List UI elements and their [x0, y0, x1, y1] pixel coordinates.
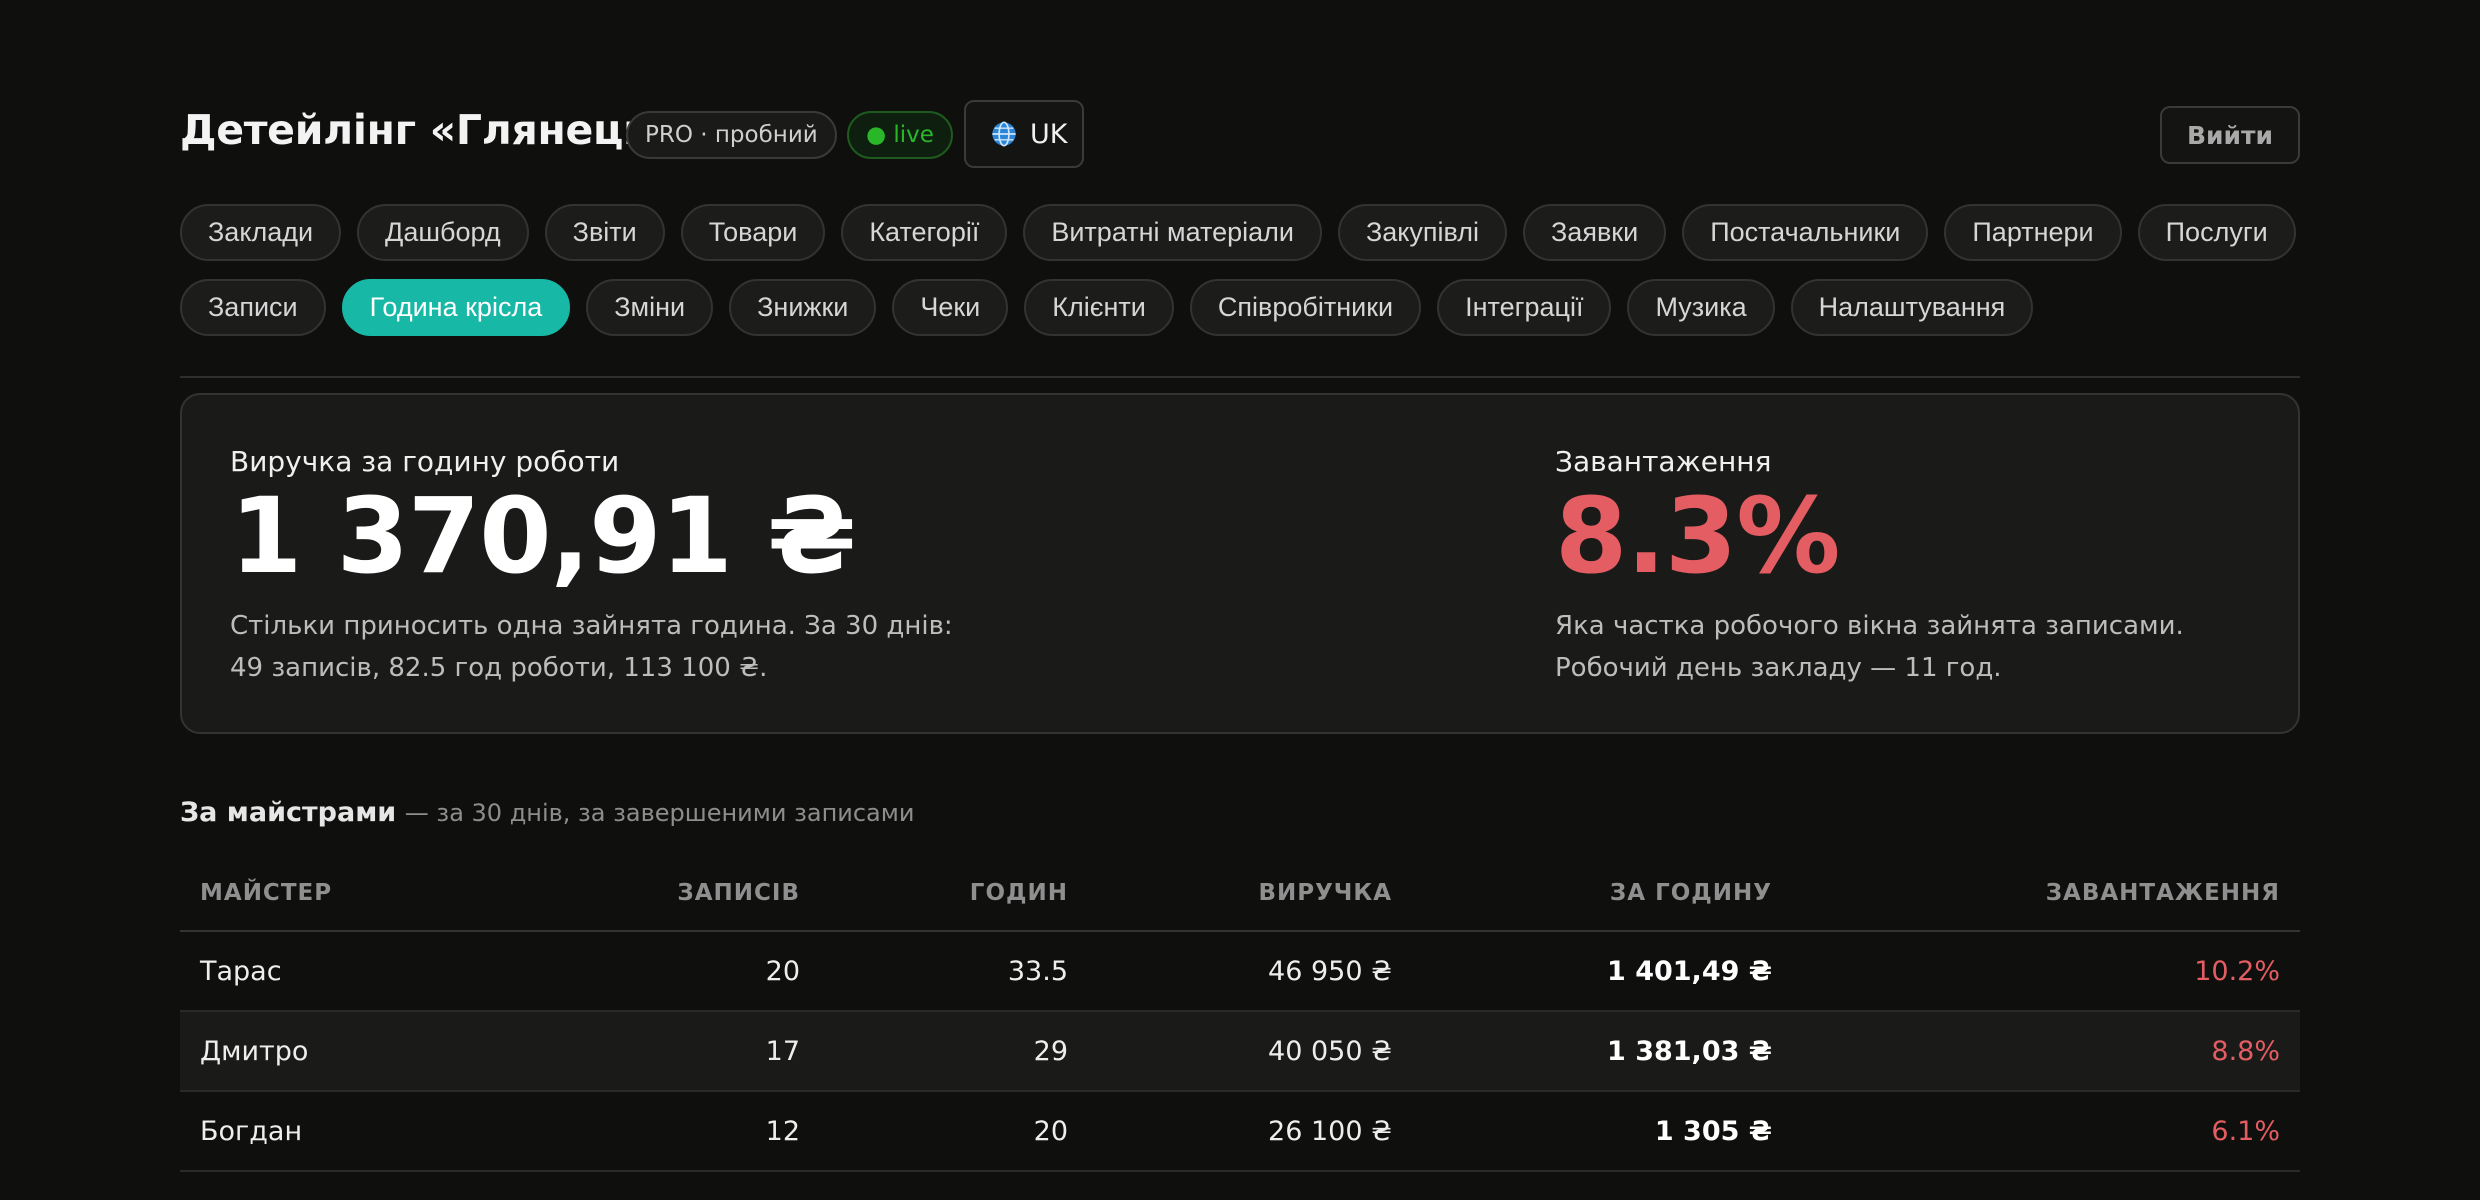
nav-tab-row1-6[interactable]: Закупівлі	[1337, 204, 1507, 261]
globe-icon	[992, 121, 1016, 147]
table-header-row: МАЙСТЕР ЗАПИСІВ ГОДИН ВИРУЧКА ЗА ГОДИНУ …	[180, 855, 2300, 932]
plan-badge: PRO · пробний	[626, 111, 837, 159]
master-name: Богдан	[180, 1091, 560, 1172]
hours-cell: 33.5	[820, 931, 1088, 1012]
live-status-badge: ● live	[847, 111, 953, 159]
col-hours: ГОДИН	[820, 855, 1088, 932]
masters-title: За майстрами	[180, 797, 397, 828]
logout-button[interactable]: Вийти	[2160, 106, 2300, 164]
revenue-cell: 40 050 ₴	[1088, 1011, 1412, 1092]
nav-tab-row1-5[interactable]: Витратні матеріали	[1023, 204, 1322, 261]
col-revenue: ВИРУЧКА	[1088, 855, 1412, 932]
col-master: МАЙСТЕР	[180, 855, 560, 932]
revenue-desc-line-1: Стільки приносить одна зайнята година. З…	[230, 611, 953, 642]
nav-tab-row2-8[interactable]: Музика	[1627, 279, 1775, 336]
page-title: Детейлінг «Глянець»	[180, 106, 675, 154]
nav-tab-row1-2[interactable]: Звіти	[544, 204, 665, 261]
load-value: 8.3%	[1555, 475, 1840, 597]
nav-tab-row1-3[interactable]: Товари	[680, 204, 826, 261]
nav-tab-row1-8[interactable]: Постачальники	[1682, 204, 1929, 261]
nav-tab-row2-9[interactable]: Налаштування	[1790, 279, 2034, 336]
load-cell: 10.2%	[1792, 931, 2300, 1012]
header: Детейлінг «Глянець» PRO · пробний ● live…	[180, 100, 2300, 170]
nav-tab-row2-2[interactable]: Зміни	[586, 279, 714, 336]
language-label: UK	[1030, 118, 1068, 150]
col-per-hour: ЗА ГОДИНУ	[1412, 855, 1792, 932]
load-metric: Завантаження 8.3% Яка частка робочого ві…	[1555, 445, 2184, 689]
revenue-label: Виручка за годину роботи	[230, 445, 620, 478]
revenue-cell: 46 950 ₴	[1088, 931, 1412, 1012]
nav-row-1: Заклади Дашборд Звіти Товари Категорії Витрат…	[180, 204, 2300, 261]
revenue-per-hour-metric: Виручка за годину роботи 1 370,91 ₴ Стіл…	[230, 445, 953, 689]
hours-cell: 29	[820, 1011, 1088, 1092]
nav-tab-row2-0[interactable]: Записи	[180, 279, 326, 336]
records-cell: 20	[560, 931, 820, 1012]
nav-tab-row2-6[interactable]: Співробітники	[1189, 279, 1422, 336]
records-cell: 12	[560, 1091, 820, 1172]
revenue-value: 1 370,91 ₴	[230, 475, 856, 597]
masters-table: МАЙСТЕР ЗАПИСІВ ГОДИН ВИРУЧКА ЗА ГОДИНУ …	[180, 855, 2300, 1172]
nav-row-2: Записи Година крісла Зміни Знижки Чеки Клієнт…	[180, 279, 2300, 336]
hours-cell: 20	[820, 1091, 1088, 1172]
nav-tab-row2-5[interactable]: Клієнти	[1024, 279, 1174, 336]
divider	[180, 376, 2300, 378]
per-hour-cell: 1 305 ₴	[1412, 1091, 1792, 1172]
records-cell: 17	[560, 1011, 820, 1092]
master-name: Дмитро	[180, 1011, 560, 1092]
revenue-cell: 26 100 ₴	[1088, 1091, 1412, 1172]
revenue-description: Стільки приносить одна зайнята година. З…	[230, 605, 953, 689]
nav-tab-row1-1[interactable]: Дашборд	[357, 204, 529, 261]
nav-tab-row2-3[interactable]: Знижки	[729, 279, 877, 336]
summary-card: Виручка за годину роботи 1 370,91 ₴ Стіл…	[180, 393, 2300, 734]
revenue-desc-line-2: 49 записів, 82.5 год роботи, 113 100 ₴.	[230, 653, 768, 684]
table-row: Тарас 20 33.5 46 950 ₴ 1 401,49 ₴ 10.2%	[180, 931, 2300, 1012]
load-cell: 6.1%	[1792, 1091, 2300, 1172]
nav-tab-row1-9[interactable]: Партнери	[1944, 204, 2122, 261]
masters-section-title: За майстрами — за 30 днів, за завершеним…	[180, 797, 914, 828]
load-desc-line-2: Робочий день закладу — 11 год.	[1555, 653, 2002, 684]
per-hour-cell: 1 401,49 ₴	[1412, 931, 1792, 1012]
masters-subtitle: — за 30 днів, за завершеними записами	[404, 799, 915, 827]
nav-tab-row1-7[interactable]: Заявки	[1523, 204, 1667, 261]
col-load: ЗАВАНТАЖЕННЯ	[1792, 855, 2300, 932]
per-hour-cell: 1 381,03 ₴	[1412, 1011, 1792, 1092]
load-cell: 8.8%	[1792, 1011, 2300, 1092]
nav-tab-row2-1[interactable]: Година крісла	[341, 279, 571, 336]
nav-tab-row2-7[interactable]: Інтеграції	[1437, 279, 1612, 336]
language-switcher[interactable]: UK	[964, 100, 1084, 168]
nav-tab-row1-0[interactable]: Заклади	[180, 204, 342, 261]
table-row: Богдан 12 20 26 100 ₴ 1 305 ₴ 6.1%	[180, 1091, 2300, 1172]
load-description: Яка частка робочого вікна зайнята записа…	[1555, 605, 2184, 689]
master-name: Тарас	[180, 931, 560, 1012]
load-label: Завантаження	[1555, 445, 1772, 478]
table-row: Дмитро 17 29 40 050 ₴ 1 381,03 ₴ 8.8%	[180, 1011, 2300, 1092]
nav-tab-row1-10[interactable]: Послуги	[2137, 204, 2296, 261]
load-desc-line-1: Яка частка робочого вікна зайнята записа…	[1555, 611, 2184, 642]
nav-tab-row2-4[interactable]: Чеки	[892, 279, 1009, 336]
main-nav: Заклади Дашборд Звіти Товари Категорії Витрат…	[180, 204, 2300, 354]
col-records: ЗАПИСІВ	[560, 855, 820, 932]
nav-tab-row1-4[interactable]: Категорії	[841, 204, 1008, 261]
